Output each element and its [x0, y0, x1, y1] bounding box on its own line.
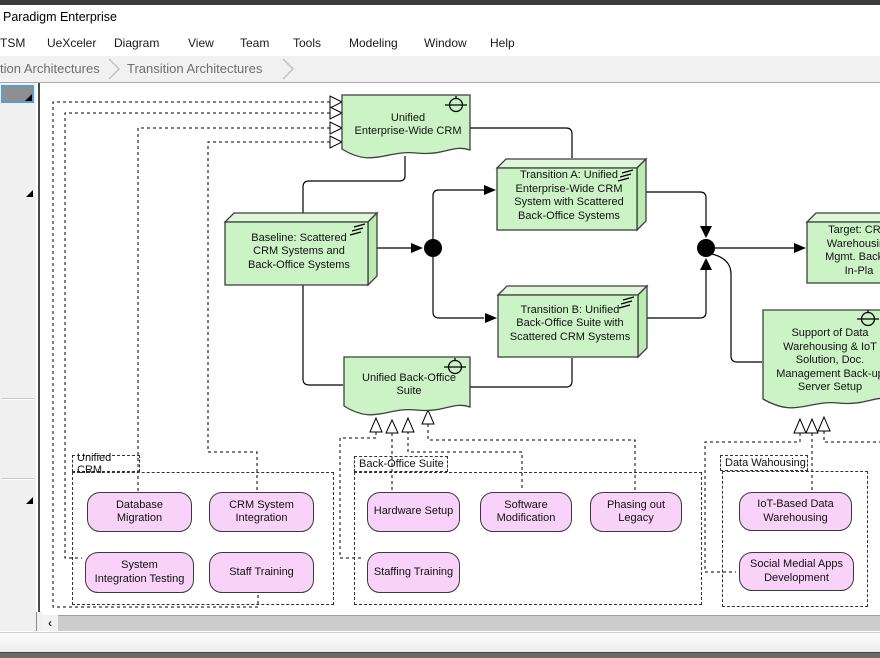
work-package-database-migration[interactable]: Database Migration: [87, 492, 192, 532]
breadcrumb-chevron-icon: [281, 58, 295, 80]
tool-expand-icon: [25, 94, 32, 101]
scroll-left-button[interactable]: ‹: [42, 615, 58, 631]
deliverable-support-data-label[interactable]: Support of Data Warehousing & IoT Soluti…: [764, 325, 880, 397]
junction-node[interactable]: [424, 239, 442, 257]
tool-expand-icon[interactable]: [26, 190, 33, 197]
tool-palette: [0, 83, 36, 631]
breadcrumb: tion Architectures Transition Architectu…: [0, 56, 880, 83]
group-unified-crm-tab[interactable]: Unified CRM: [72, 455, 140, 472]
deliverable-unified-back-office-label[interactable]: Unified Back-Office Suite: [346, 369, 472, 401]
deliverable-unified-crm-label[interactable]: Unified Enterprise-Wide CRM: [346, 107, 470, 143]
plateau-target-label[interactable]: Target: CRM Warehousing Mgmt. Back-u In-…: [809, 223, 880, 279]
work-package-software-modification[interactable]: Software Modification: [480, 492, 572, 532]
menu-item-modeling[interactable]: Modeling: [349, 36, 398, 50]
plateau-transition-a-label[interactable]: Transition A: Unified Enterprise-Wide CR…: [500, 168, 638, 224]
menu-item-help[interactable]: Help: [490, 36, 515, 50]
work-package-staff-training[interactable]: Staff Training: [209, 552, 314, 593]
group-data-warehousing-tab[interactable]: Data Wahousing: [720, 455, 808, 471]
plateau-transition-b-label[interactable]: Transition B: Unified Back-Office Suite …: [501, 302, 639, 346]
menu-item-diagram[interactable]: Diagram: [114, 36, 159, 50]
junction-node[interactable]: [697, 239, 715, 257]
window-bottom-edge: [0, 652, 880, 658]
application-window: Paradigm Enterprise TSM UeXceler Diagram…: [0, 0, 880, 658]
scroll-left-icon: ‹: [48, 616, 52, 630]
work-package-hardware-setup[interactable]: Hardware Setup: [367, 492, 460, 532]
breadcrumb-item-architectures[interactable]: tion Architectures: [0, 61, 100, 76]
title-bar: Paradigm Enterprise: [0, 5, 880, 30]
selected-tool-button[interactable]: [1, 85, 34, 103]
work-package-system-integration-testing[interactable]: System Integration Testing: [85, 552, 194, 593]
palette-separator: [1, 398, 34, 400]
diagram-canvas[interactable]: Unified Enterprise-Wide CRM Baseline: Sc…: [38, 83, 880, 616]
work-package-crm-system-integration[interactable]: CRM System Integration: [209, 492, 314, 532]
menu-item-window[interactable]: Window: [424, 36, 467, 50]
window-title: Paradigm Enterprise: [3, 10, 117, 24]
menu-item-view[interactable]: View: [188, 36, 214, 50]
menu-item-team[interactable]: Team: [240, 36, 269, 50]
plateau-baseline-label[interactable]: Baseline: Scattered CRM Systems and Back…: [229, 230, 369, 274]
palette-separator: [1, 478, 34, 480]
menu-item-tsm[interactable]: TSM: [0, 36, 25, 50]
status-bar: [0, 632, 880, 652]
tool-expand-icon[interactable]: [26, 497, 33, 504]
menu-item-uexceler[interactable]: UeXceler: [47, 36, 96, 50]
work-package-phasing-out-legacy[interactable]: Phasing out Legacy: [590, 492, 682, 532]
menu-bar: TSM UeXceler Diagram View Team Tools Mod…: [0, 30, 880, 56]
work-package-social-media-apps[interactable]: Social Medial Apps Development: [739, 552, 854, 591]
horizontal-scrollbar[interactable]: [58, 615, 880, 631]
breadcrumb-chevron-icon: [107, 58, 121, 80]
group-back-office-tab[interactable]: Back-Office Suite: [354, 456, 448, 472]
work-package-iot-data-warehousing[interactable]: IoT-Based Data Warehousing: [739, 492, 852, 531]
breadcrumb-item-transition-architectures[interactable]: Transition Architectures: [127, 61, 262, 76]
menu-item-tools[interactable]: Tools: [293, 36, 321, 50]
work-package-staffing-training[interactable]: Staffing Training: [367, 552, 460, 593]
